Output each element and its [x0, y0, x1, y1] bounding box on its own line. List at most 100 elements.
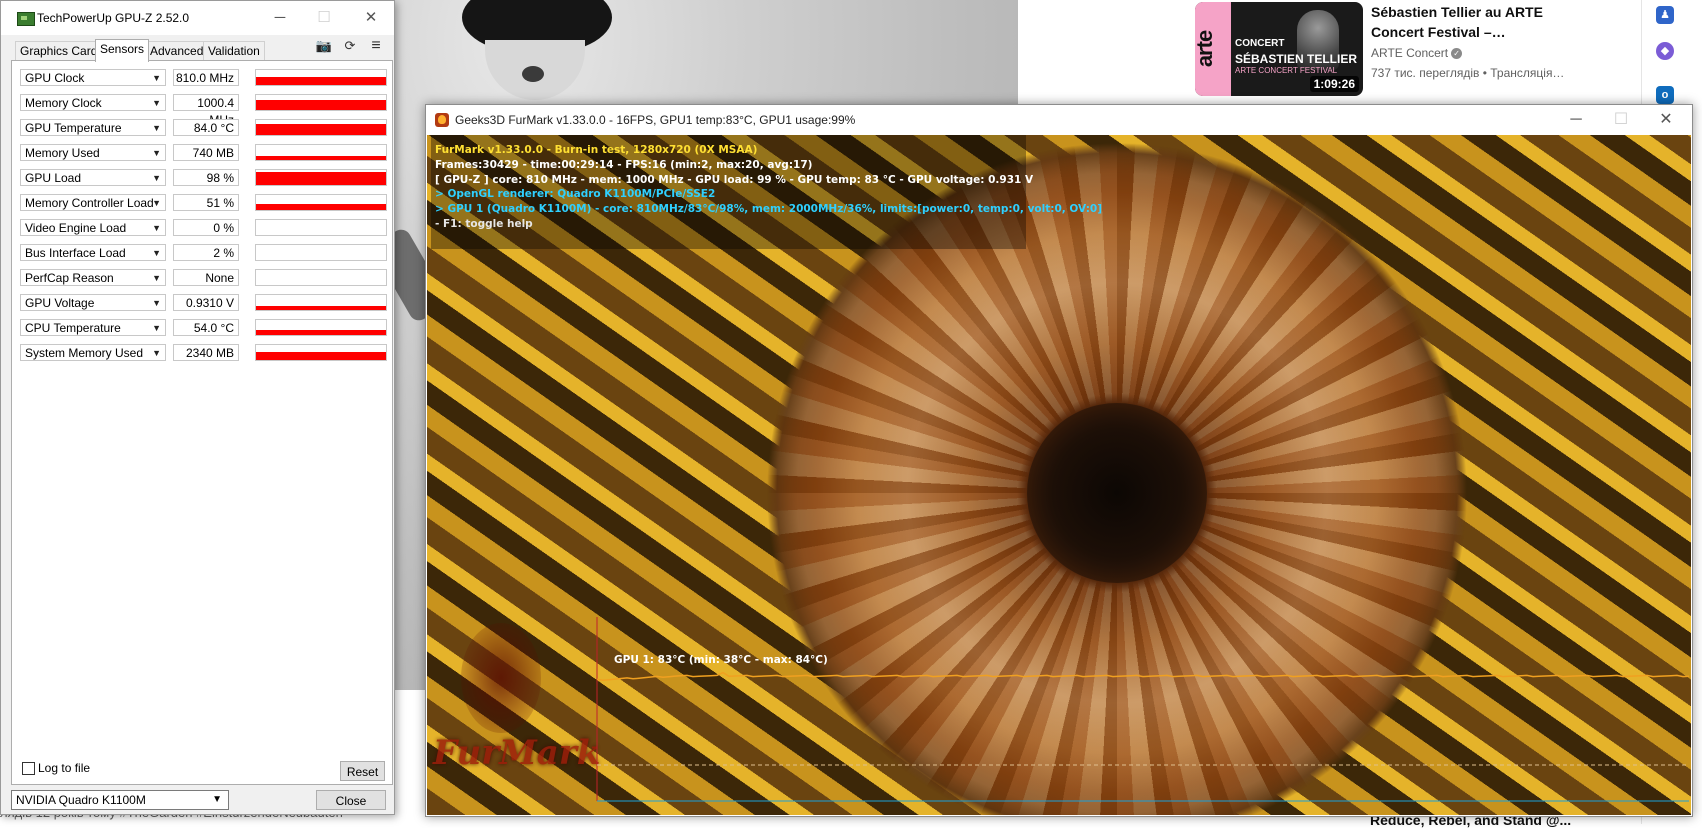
suggested-video-views: 737 тис. переглядів • Трансляція… [1371, 66, 1565, 80]
sensor-graph [255, 219, 387, 236]
sensor-graph-fill [256, 123, 386, 135]
sensor-graph-fill [256, 305, 386, 310]
log-to-file-checkbox[interactable] [22, 762, 35, 775]
close-button[interactable]: Close [316, 790, 386, 810]
sensor-value: 98 % [173, 169, 239, 186]
sensor-name-dropdown[interactable]: Memory Used ▼ [20, 144, 166, 161]
gpuz-window: TechPowerUp GPU-Z 2.52.0 ─ ☐ ✕ Graphics … [0, 0, 395, 815]
chevron-down-icon: ▼ [152, 223, 161, 233]
sensor-graph-fill [256, 204, 386, 210]
furmark-render-view[interactable]: FurMark v1.33.0.0 - Burn-in test, 1280x7… [427, 135, 1691, 815]
sensor-graph [255, 94, 387, 111]
sensor-name: GPU Load [25, 171, 82, 185]
sensor-value: None [173, 269, 239, 286]
verified-icon: ✓ [1451, 48, 1463, 60]
sensor-name: System Memory Used [25, 346, 144, 360]
gpuz-window-title: TechPowerUp GPU-Z 2.52.0 [37, 11, 190, 25]
sensor-value: 2 % [173, 244, 239, 261]
furmark-titlebar[interactable]: Geeks3D FurMark v1.33.0.0 - 16FPS, GPU1 … [426, 105, 1692, 135]
sensor-name-dropdown[interactable]: GPU Clock ▼ [20, 69, 166, 86]
copilot-icon[interactable]: ◆ [1656, 42, 1674, 60]
temperature-line [596, 671, 1690, 682]
suggested-video-channel[interactable]: ARTE Concert ✓ [1371, 46, 1463, 60]
sensor-name-dropdown[interactable]: GPU Load ▼ [20, 169, 166, 186]
gpu-select[interactable]: NVIDIA Quadro K1100M ▼ [11, 790, 229, 810]
thumbnail-text-2: SÉBASTIEN TELLIER [1235, 52, 1358, 66]
minimize-icon[interactable]: ─ [265, 5, 295, 31]
sensor-graph-fill [256, 351, 386, 360]
chevron-down-icon: ▼ [152, 148, 161, 158]
menu-icon[interactable]: ≡ [367, 37, 385, 55]
sensor-row: CPU Temperature ▼ 54.0 °C [20, 319, 387, 338]
sensor-graph [255, 244, 387, 261]
chevron-down-icon: ▼ [152, 323, 161, 333]
temperature-graph: GPU 1: 83°C (min: 38°C - max: 84°C) [596, 617, 1690, 802]
sensor-name-dropdown[interactable]: Video Engine Load ▼ [20, 219, 166, 236]
sensor-name-dropdown[interactable]: System Memory Used ▼ [20, 344, 166, 361]
tab-validation[interactable]: Validation [203, 41, 265, 61]
maximize-icon[interactable]: ☐ [1601, 107, 1641, 133]
sensor-value: 740 MB [173, 144, 239, 161]
sensor-graph [255, 69, 387, 86]
camera-icon[interactable]: 📷 [315, 37, 333, 55]
channel-name: ARTE Concert [1371, 46, 1449, 60]
sensor-row: Bus Interface Load ▼ 2 % [20, 244, 387, 263]
thumbnail-text-1: CONCERT [1235, 38, 1285, 49]
person-icon[interactable]: ♟ [1656, 6, 1674, 24]
chevron-down-icon: ▼ [152, 123, 161, 133]
sensor-name: CPU Temperature [25, 321, 121, 335]
suggested-video-title[interactable]: Sébastien Tellier au ARTE Concert Festiv… [1371, 2, 1591, 42]
maximize-icon[interactable]: ☐ [309, 5, 339, 31]
chevron-down-icon: ▼ [152, 248, 161, 258]
chevron-down-icon: ▼ [212, 794, 222, 805]
sensor-value: 0 % [173, 219, 239, 236]
sensor-value: 51 % [173, 194, 239, 211]
sensor-name: Memory Clock [25, 96, 102, 110]
sensor-graph-fill [256, 100, 386, 110]
sensor-row: Video Engine Load ▼ 0 % [20, 219, 387, 238]
sensor-name: PerfCap Reason [25, 271, 114, 285]
sensor-value: 2340 MB [173, 344, 239, 361]
sensor-row: GPU Clock ▼ 810.0 MHz [20, 69, 387, 88]
sensor-graph-fill [256, 329, 386, 335]
chevron-down-icon: ▼ [152, 348, 161, 358]
suggested-video-thumbnail[interactable]: arte CONCERT SÉBASTIEN TELLIER ARTE CONC… [1195, 2, 1363, 96]
minimize-icon[interactable]: ─ [1556, 107, 1596, 133]
gpuz-titlebar[interactable]: TechPowerUp GPU-Z 2.52.0 ─ ☐ ✕ [1, 1, 394, 35]
thumbnail-text-3: ARTE CONCERT FESTIVAL [1235, 66, 1338, 75]
tab-advanced[interactable]: Advanced [145, 41, 209, 61]
sensor-name-dropdown[interactable]: CPU Temperature ▼ [20, 319, 166, 336]
reset-button[interactable]: Reset [340, 761, 385, 781]
sensor-name-dropdown[interactable]: GPU Voltage ▼ [20, 294, 166, 311]
video-duration: 1:09:26 [1309, 76, 1359, 92]
sensor-value: 54.0 °C [173, 319, 239, 336]
sensor-name-dropdown[interactable]: Memory Clock ▼ [20, 94, 166, 111]
refresh-icon[interactable]: ⟳ [341, 37, 359, 55]
chevron-down-icon: ▼ [152, 98, 161, 108]
chevron-down-icon: ▼ [152, 273, 161, 283]
sensor-name: Bus Interface Load [25, 246, 126, 260]
outlook-icon[interactable]: o [1656, 86, 1674, 104]
sensor-name: Video Engine Load [25, 221, 127, 235]
furmark-window-title: Geeks3D FurMark v1.33.0.0 - 16FPS, GPU1 … [455, 113, 856, 127]
tab-sensors[interactable]: Sensors [95, 39, 150, 62]
sensor-graph [255, 319, 387, 336]
sensor-row: Memory Controller Load ▼ 51 % [20, 194, 387, 213]
sensor-name-dropdown[interactable]: PerfCap Reason ▼ [20, 269, 166, 286]
chevron-down-icon: ▼ [152, 198, 161, 208]
sensor-name-dropdown[interactable]: Bus Interface Load ▼ [20, 244, 166, 261]
sensor-graph [255, 144, 387, 161]
tab-graphics-card[interactable]: Graphics Card [15, 41, 103, 61]
sensor-row: PerfCap Reason ▼ None [20, 269, 387, 288]
sensor-graph-fill [256, 76, 386, 85]
close-icon[interactable]: ✕ [356, 5, 386, 31]
chevron-down-icon: ▼ [152, 298, 161, 308]
sensor-graph [255, 169, 387, 186]
temperature-graph-label: GPU 1: 83°C (min: 38°C - max: 84°C) [614, 654, 828, 666]
sensor-name-dropdown[interactable]: GPU Temperature ▼ [20, 119, 166, 136]
chevron-down-icon: ▼ [152, 173, 161, 183]
close-icon[interactable]: ✕ [1646, 107, 1686, 133]
sensor-name-dropdown[interactable]: Memory Controller Load ▼ [20, 194, 166, 211]
gpu-select-value: NVIDIA Quadro K1100M [16, 793, 146, 807]
sensor-name: GPU Voltage [25, 296, 95, 310]
